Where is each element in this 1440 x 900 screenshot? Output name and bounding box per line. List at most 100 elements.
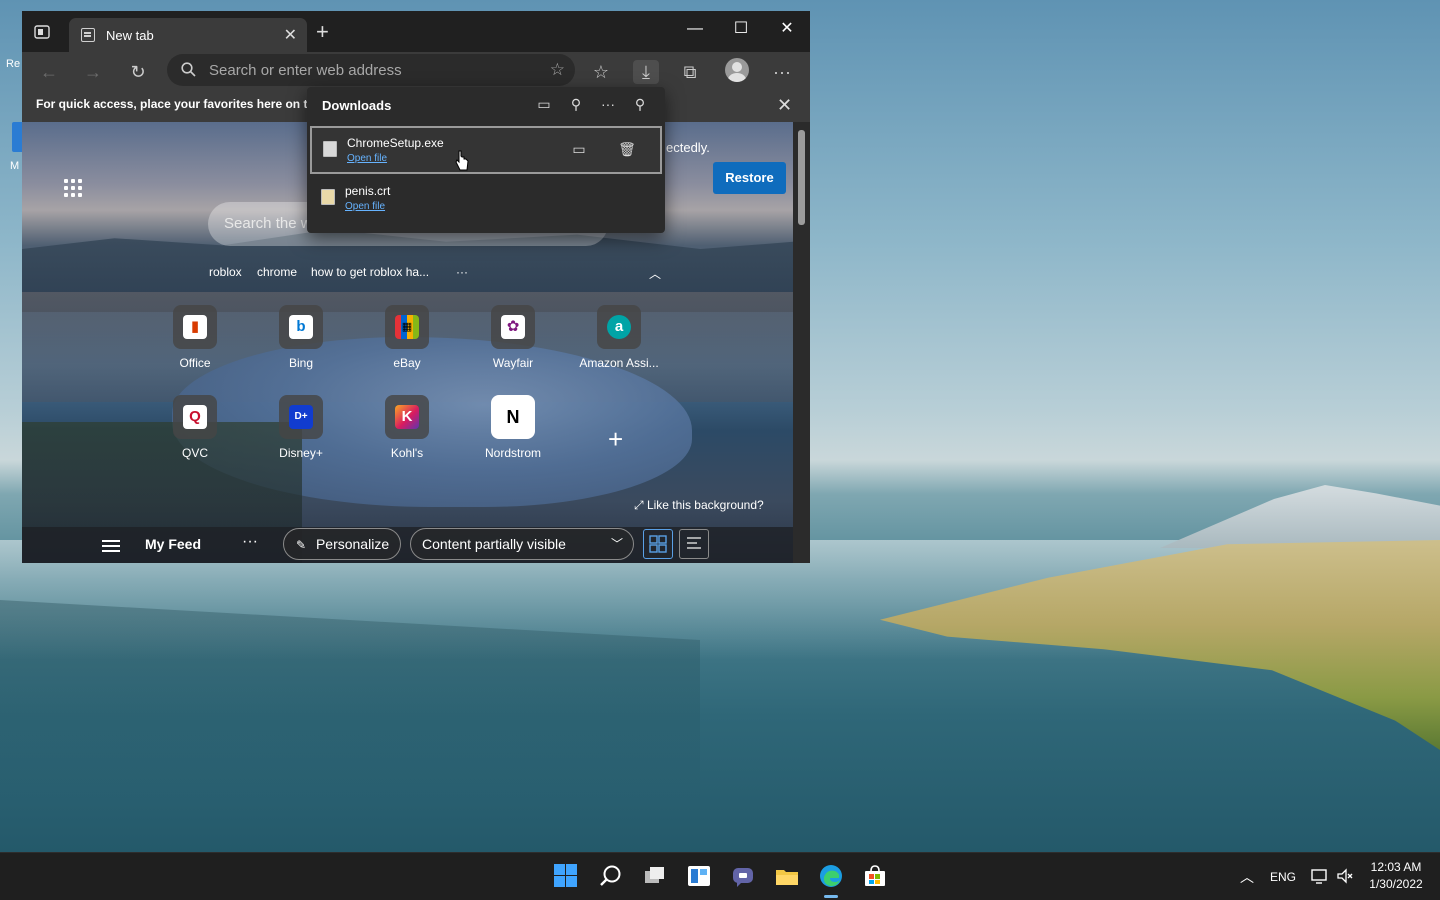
back-arrow-icon[interactable]: ←: [36, 60, 62, 84]
clock-date: 1/30/2022: [1369, 877, 1423, 891]
quick-link-nordstrom[interactable]: N Nordstrom: [472, 395, 554, 465]
feed-more-icon[interactable]: ···: [242, 533, 258, 551]
apps-launcher-icon[interactable]: [64, 179, 84, 199]
search-downloads-icon[interactable]: ⚲: [566, 94, 586, 114]
collections-icon[interactable]: ⧉: [677, 60, 703, 84]
quick-link-label: Nordstrom: [484, 446, 541, 460]
ebay-glyph: ▦: [395, 315, 419, 339]
my-feed-tab[interactable]: My Feed: [145, 536, 201, 552]
quick-link-label: QVC: [181, 446, 208, 460]
open-downloads-folder-icon[interactable]: ▭: [534, 94, 554, 114]
quick-link-kohls[interactable]: K Kohl's: [366, 395, 448, 465]
certificate-file-icon: [321, 189, 335, 205]
quick-link-label: Amazon Assi...: [579, 356, 659, 370]
task-view-icon[interactable]: [642, 863, 668, 889]
edge-browser-icon[interactable]: [818, 863, 844, 889]
exe-file-icon: [323, 141, 337, 157]
minimize-icon[interactable]: —: [672, 15, 718, 43]
quick-link-disney-plus[interactable]: D+ Disney+: [260, 395, 342, 465]
qvc-glyph: Q: [183, 405, 207, 429]
open-file-link[interactable]: Open file: [347, 153, 387, 164]
start-windows-icon[interactable]: [553, 863, 579, 889]
delete-trash-icon[interactable]: 🗑: [616, 138, 638, 160]
download-item[interactable]: penis.crt Open file: [310, 176, 662, 224]
address-placeholder: Search or enter web address: [209, 62, 402, 79]
office-glyph: ▮: [183, 315, 207, 339]
favorites-icon[interactable]: ☆: [588, 60, 614, 84]
clock[interactable]: 12:03 AM 1/30/2022: [1360, 860, 1432, 891]
microsoft-store-icon[interactable]: [862, 863, 888, 889]
personalize-label: Personalize: [315, 536, 390, 552]
quick-link-wayfair[interactable]: ✿ Wayfair: [472, 305, 554, 375]
wayfair-icon: ✿: [491, 305, 535, 349]
quick-link-qvc[interactable]: Q QVC: [154, 395, 236, 465]
edge-active-indicator: [824, 895, 838, 898]
disney-plus-icon: D+: [279, 395, 323, 439]
language-indicator[interactable]: ENG: [1270, 870, 1296, 884]
tab-new-tab[interactable]: New tab ✕: [69, 18, 307, 52]
suggestion-roblox[interactable]: roblox: [209, 265, 242, 279]
more-options-icon[interactable]: ···: [769, 60, 795, 84]
content-visibility-dropdown[interactable]: Content partially visible ﹀: [410, 528, 634, 560]
kohls-icon: K: [385, 395, 429, 439]
file-explorer-icon[interactable]: [774, 863, 800, 889]
maximize-icon[interactable]: ☐: [718, 15, 764, 43]
suggestion-chrome[interactable]: chrome: [257, 265, 297, 279]
quick-link-label: Bing: [288, 356, 314, 370]
quick-link-amazon-assistant[interactable]: a Amazon Assi...: [578, 305, 660, 375]
search-icon: [181, 62, 196, 77]
quick-link-bing[interactable]: b Bing: [260, 305, 342, 375]
chevron-down-icon: ﹀: [610, 537, 623, 551]
kohls-glyph: K: [395, 405, 419, 429]
open-file-link[interactable]: Open file: [345, 201, 385, 212]
quick-link-label: Disney+: [279, 446, 323, 460]
favorites-bar-hint: For quick access, place your favorites h…: [36, 97, 322, 111]
quick-link-ebay[interactable]: ▦ eBay: [366, 305, 448, 375]
list-view-icon[interactable]: [679, 529, 709, 559]
expand-icon: ⤢: [634, 498, 644, 512]
quick-link-office[interactable]: ▮ Office: [154, 305, 236, 375]
page-scrollbar[interactable]: [793, 122, 810, 563]
download-file-name: ChromeSetup.exe: [347, 136, 444, 150]
content-visibility-value: Content partially visible: [422, 536, 566, 552]
suggestions-more-icon[interactable]: ···: [456, 265, 468, 279]
forward-arrow-icon[interactable]: →: [80, 60, 106, 84]
restore-button[interactable]: Restore: [713, 162, 786, 194]
address-bar[interactable]: Search or enter web address ☆: [167, 54, 575, 86]
downloads-flyout: Downloads ▭ ⚲ ··· ⚲ ChromeSetup.exe Open…: [307, 87, 665, 233]
wallpaper-mountain: [1160, 485, 1440, 548]
quick-link-label: Kohl's: [390, 446, 424, 460]
refresh-icon[interactable]: ↻: [125, 60, 151, 84]
downloads-more-icon[interactable]: ···: [598, 94, 618, 114]
wayfair-glyph: ✿: [501, 315, 525, 339]
tab-bar: New tab ✕ + — ☐ ✕: [22, 11, 810, 52]
personalize-button[interactable]: ✎ Personalize: [283, 528, 401, 560]
teams-chat-icon[interactable]: [730, 863, 756, 889]
download-item[interactable]: ChromeSetup.exe Open file ▭ 🗑: [310, 126, 662, 174]
profile-avatar[interactable]: [725, 58, 749, 82]
suggestion-roblox-hack[interactable]: how to get roblox ha...: [311, 265, 429, 279]
feed-menu-icon[interactable]: [102, 540, 120, 552]
show-in-folder-icon[interactable]: ▭: [568, 138, 590, 160]
nordstrom-icon: N: [491, 395, 535, 439]
downloads-icon[interactable]: ⤓: [633, 60, 659, 84]
add-quick-link-icon[interactable]: +: [608, 424, 623, 455]
scrollbar-thumb[interactable]: [798, 130, 805, 225]
restore-message: ectedly.: [666, 140, 710, 155]
restore-close-icon[interactable]: ✕: [777, 95, 792, 116]
add-favorite-star-icon[interactable]: ☆: [550, 60, 565, 80]
show-hidden-icons-chevron-icon[interactable]: ︿: [1240, 867, 1254, 887]
new-tab-plus-icon[interactable]: +: [316, 21, 329, 43]
volume-muted-icon[interactable]: [1336, 867, 1354, 885]
network-icon[interactable]: [1310, 867, 1328, 885]
collapse-chevron-icon[interactable]: ︿: [649, 265, 661, 282]
close-window-icon[interactable]: ✕: [764, 15, 810, 43]
feed-bar: My Feed ··· ✎ Personalize Content partia…: [22, 527, 793, 563]
search-icon[interactable]: [598, 863, 624, 889]
pin-icon[interactable]: ⚲: [630, 94, 650, 114]
tab-close-icon[interactable]: ✕: [284, 25, 297, 45]
like-background-link[interactable]: ⤢ Like this background?: [634, 498, 764, 513]
widgets-icon[interactable]: [686, 863, 712, 889]
tab-actions-icon[interactable]: [34, 25, 50, 39]
grid-view-icon[interactable]: [643, 529, 673, 559]
